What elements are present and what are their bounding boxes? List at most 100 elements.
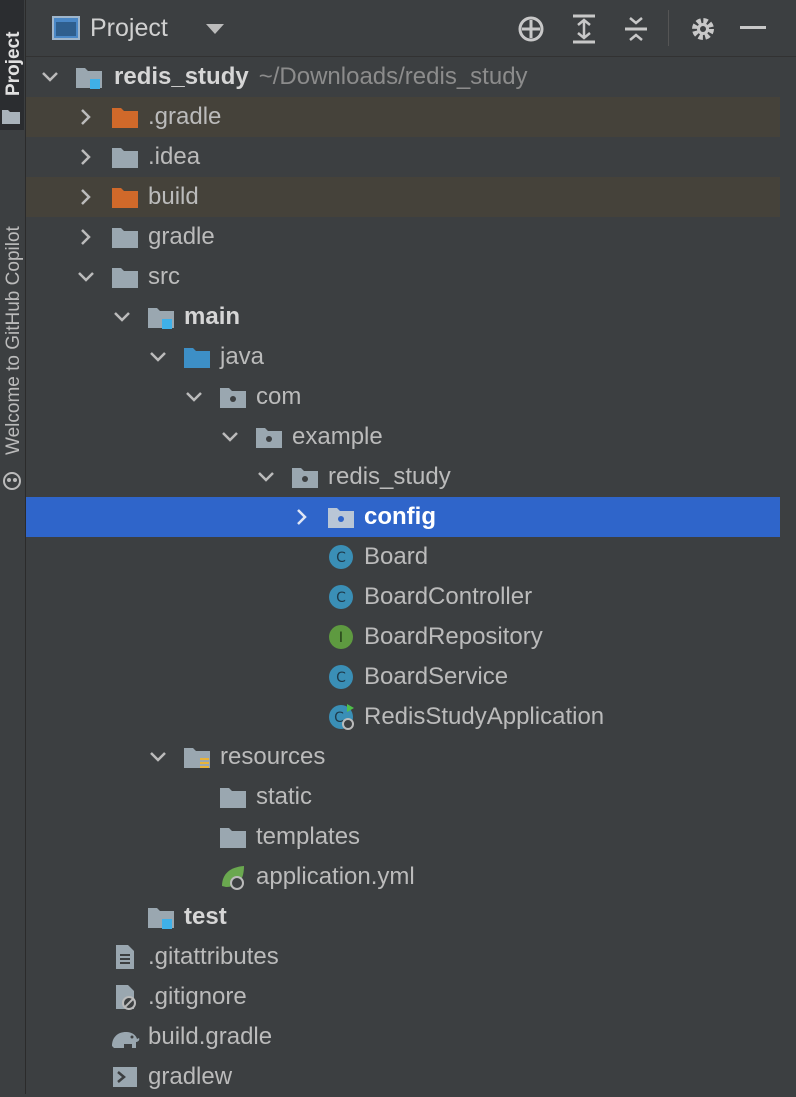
tree-item-label: Board bbox=[364, 543, 429, 570]
tree-item-label: static bbox=[256, 783, 313, 810]
tree-item-src[interactable]: src bbox=[26, 257, 780, 297]
tree-item-resources[interactable]: resources bbox=[26, 737, 780, 777]
copilot-icon bbox=[3, 472, 21, 490]
tree-item-main[interactable]: main bbox=[26, 297, 780, 337]
chevron-down-icon[interactable] bbox=[148, 347, 168, 367]
tree-item-label: src bbox=[148, 263, 180, 290]
tree-item-redis-study-application[interactable]: C RedisStudyApplication bbox=[26, 697, 780, 737]
folder-excluded-icon bbox=[112, 108, 138, 128]
tree-item-board-repository[interactable]: I BoardRepository bbox=[26, 617, 780, 657]
chevron-down-icon[interactable] bbox=[256, 467, 276, 487]
gradle-elephant-icon bbox=[112, 1032, 140, 1048]
vertical-scrollbar[interactable] bbox=[780, 57, 796, 1094]
tree-item-java[interactable]: java bbox=[26, 337, 780, 377]
tree-item-label: .gitignore bbox=[148, 983, 247, 1010]
folder-icon bbox=[2, 110, 20, 124]
chevron-down-icon[interactable] bbox=[184, 387, 204, 407]
chevron-down-icon[interactable] bbox=[112, 307, 132, 327]
tree-item-example[interactable]: example bbox=[26, 417, 780, 457]
svg-text:C: C bbox=[336, 670, 346, 686]
root-path: ~/Downloads/redis_study bbox=[258, 63, 528, 90]
module-folder-icon bbox=[148, 908, 174, 929]
tree-item-gradle[interactable]: gradle bbox=[26, 217, 780, 257]
project-view-icon bbox=[52, 16, 80, 40]
tree-root-redis-study[interactable]: redis_study ~/Downloads/redis_study bbox=[26, 57, 780, 97]
chevron-down-icon[interactable] bbox=[76, 267, 96, 287]
tree-item-board-service[interactable]: C BoardService bbox=[26, 657, 780, 697]
tree-item-gitattributes[interactable]: .gitattributes bbox=[26, 937, 780, 977]
header-divider bbox=[668, 10, 669, 46]
tree-item-board-controller[interactable]: C BoardController bbox=[26, 577, 780, 617]
package-icon bbox=[328, 508, 354, 528]
tree-item-label: gradle bbox=[148, 223, 215, 250]
module-folder-icon bbox=[148, 308, 174, 329]
tree-item-build[interactable]: build bbox=[26, 177, 780, 217]
chevron-down-icon[interactable] bbox=[40, 67, 60, 87]
tree-item-gitignore[interactable]: .gitignore bbox=[26, 977, 780, 1017]
shell-script-icon bbox=[113, 1067, 137, 1087]
chevron-right-icon[interactable] bbox=[76, 107, 96, 127]
tree-item-redis-study-package[interactable]: redis_study bbox=[26, 457, 780, 497]
tree-item-label: resources bbox=[220, 743, 326, 770]
gear-icon[interactable] bbox=[688, 14, 718, 44]
tree-item-gradle-dir[interactable]: .gradle bbox=[26, 97, 780, 137]
chevron-down-icon[interactable] bbox=[148, 747, 168, 767]
tree-item-test[interactable]: test bbox=[26, 897, 780, 937]
tree-item-label: templates bbox=[256, 823, 361, 850]
tree-item-idea[interactable]: .idea bbox=[26, 137, 780, 177]
tree-item-label: application.yml bbox=[256, 863, 415, 890]
tree-item-label: build.gradle bbox=[148, 1023, 273, 1050]
module-folder-icon bbox=[76, 68, 102, 89]
project-panel-header: Project bbox=[26, 0, 796, 57]
dropdown-icon[interactable] bbox=[204, 22, 226, 36]
tree-item-label: RedisStudyApplication bbox=[364, 703, 605, 730]
tree-item-label: BoardService bbox=[364, 663, 509, 690]
tree-item-build-gradle[interactable]: build.gradle bbox=[26, 1017, 780, 1057]
spring-config-icon bbox=[222, 866, 244, 890]
tree-item-label: config bbox=[364, 503, 436, 530]
svg-text:I: I bbox=[339, 630, 343, 646]
locate-icon[interactable] bbox=[516, 14, 546, 44]
tree-item-gradlew[interactable]: gradlew bbox=[26, 1057, 780, 1097]
tree-item-label: .gitattributes bbox=[148, 943, 279, 970]
tree-item-static[interactable]: static bbox=[26, 777, 780, 817]
copilot-tab-label: Welcome to GitHub Copilot bbox=[3, 226, 24, 455]
resources-folder-icon bbox=[184, 748, 210, 768]
tree-item-label: BoardController bbox=[364, 583, 533, 610]
collapse-all-icon[interactable] bbox=[622, 14, 650, 44]
tree-item-label: test bbox=[184, 903, 227, 930]
interface-icon: I bbox=[329, 625, 353, 649]
svg-text:C: C bbox=[336, 590, 346, 606]
svg-text:C: C bbox=[336, 550, 346, 566]
project-tab-label: Project bbox=[3, 31, 24, 96]
tree-item-board[interactable]: C Board bbox=[26, 537, 780, 577]
chevron-down-icon[interactable] bbox=[220, 427, 240, 447]
tree-item-label: com bbox=[256, 383, 302, 410]
tree-item-label: example bbox=[292, 423, 383, 450]
class-icon: C bbox=[329, 585, 353, 609]
chevron-right-icon[interactable] bbox=[76, 147, 96, 167]
minimize-icon[interactable] bbox=[740, 26, 766, 30]
tree-item-label: build bbox=[148, 183, 199, 210]
chevron-right-icon[interactable] bbox=[76, 227, 96, 247]
project-tool-tab[interactable]: Project bbox=[0, 0, 24, 130]
tree-item-label: .gradle bbox=[148, 103, 222, 130]
package-icon bbox=[256, 428, 282, 448]
folder-excluded-icon bbox=[112, 188, 138, 208]
tree-item-com[interactable]: com bbox=[26, 377, 780, 417]
expand-all-icon[interactable] bbox=[570, 14, 598, 44]
chevron-right-icon[interactable] bbox=[292, 507, 312, 527]
tree-item-application-yml[interactable]: application.yml bbox=[26, 857, 780, 897]
tool-window-strip: Project Welcome to GitHub Copilot bbox=[0, 0, 26, 1094]
root-name: redis_study bbox=[114, 63, 249, 90]
package-icon bbox=[292, 468, 318, 488]
class-icon: C bbox=[329, 545, 353, 569]
tree-item-config[interactable]: config bbox=[26, 497, 780, 537]
folder-icon bbox=[220, 788, 246, 808]
tree-item-templates[interactable]: templates bbox=[26, 817, 780, 857]
tree-item-label: gradlew bbox=[148, 1063, 233, 1090]
panel-title[interactable]: Project bbox=[90, 14, 168, 43]
chevron-right-icon[interactable] bbox=[76, 187, 96, 207]
text-file-icon bbox=[116, 945, 134, 969]
spring-boot-app-icon: C bbox=[329, 704, 354, 730]
